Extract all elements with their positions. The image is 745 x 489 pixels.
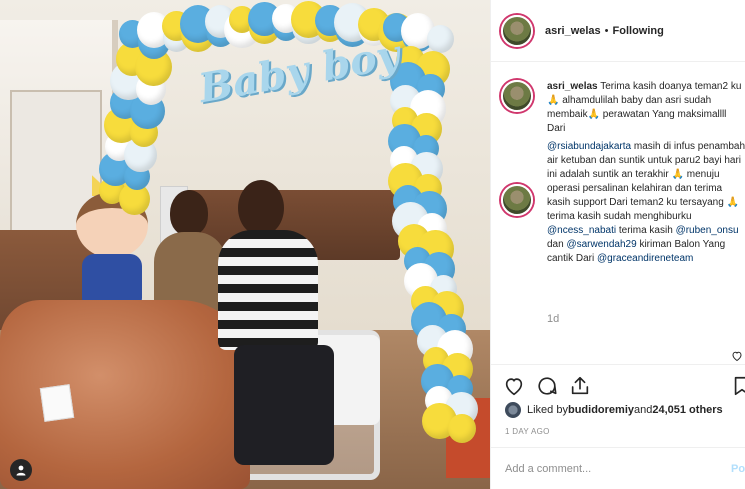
action-bar [491,364,745,402]
pray-emoji: 🙏 [726,197,739,208]
comment-text-segment: Terima kasih doanya teman2 ku [597,81,742,92]
photo-note [39,384,75,422]
post-details-panel: asri_welas • Following asri_welas Terima… [490,0,745,489]
likes-middle: and [634,404,653,416]
comment-text: @rsiabundajakarta masih di infus penamba… [547,140,745,266]
header-separator: • [604,24,609,37]
share-icon [571,376,589,395]
mention-link[interactable]: @sarwendah29 [566,239,636,250]
user-tag-button[interactable] [10,459,32,481]
comment-avatar[interactable] [501,184,533,216]
comment-text-segment: dan [547,239,567,250]
bookmark-icon [734,376,745,396]
caption-avatar[interactable] [501,80,533,112]
photo-mascot [72,170,152,310]
liker-avatar[interactable] [505,402,521,418]
person-icon [16,465,26,476]
photo-table [446,398,490,478]
liker-username[interactable]: budidoremiy [568,404,634,416]
mention-link[interactable]: @ruben_onsu [676,225,739,236]
post-comment-button[interactable]: Post [731,463,745,475]
comment-text-segment: terima kasih [616,225,676,236]
author-avatar[interactable] [501,14,533,47]
post-photo[interactable]: Baby boy [0,0,490,489]
comment-text-segment: terima kasih sudah menghiburku [547,211,692,222]
save-button[interactable] [731,375,745,397]
share-button[interactable] [569,375,591,397]
caption-text: asri_welas Terima kasih doanya teman2 ku… [547,80,745,136]
mention-link[interactable]: @rsiabundajakarta [547,141,631,152]
mention-link[interactable]: @graceandireneteam [597,253,693,264]
comment-like-heart-icon[interactable] [731,350,743,362]
author-username[interactable]: asri_welas [545,25,601,37]
likes-count[interactable]: 24,051 others [652,404,722,416]
post-header: asri_welas • Following [491,0,745,62]
pray-emoji: 🙏 [547,95,560,106]
comment-icon [538,377,557,395]
likes-prefix: Liked by [527,404,568,416]
comment-button[interactable] [536,375,558,397]
mention-link[interactable]: @ncess_nabati [547,225,616,236]
following-button[interactable]: Following [613,25,664,37]
pray-emoji: 🙏 [587,109,601,120]
photo-person-man [210,180,334,480]
add-comment-input[interactable] [505,462,705,475]
add-comment-bar: Post [491,447,745,489]
heart-icon [505,378,523,396]
post-date: 1 DAY AGO [505,427,550,436]
likes-summary: Liked by budidoremiy and 24,051 others [505,402,723,418]
like-button[interactable] [503,375,525,397]
pray-emoji: 🙏 [671,169,684,180]
comment-timestamp: 1d [547,313,560,325]
caption-username[interactable]: asri_welas [547,81,598,92]
comments-list[interactable]: asri_welas Terima kasih doanya teman2 ku… [491,72,745,350]
